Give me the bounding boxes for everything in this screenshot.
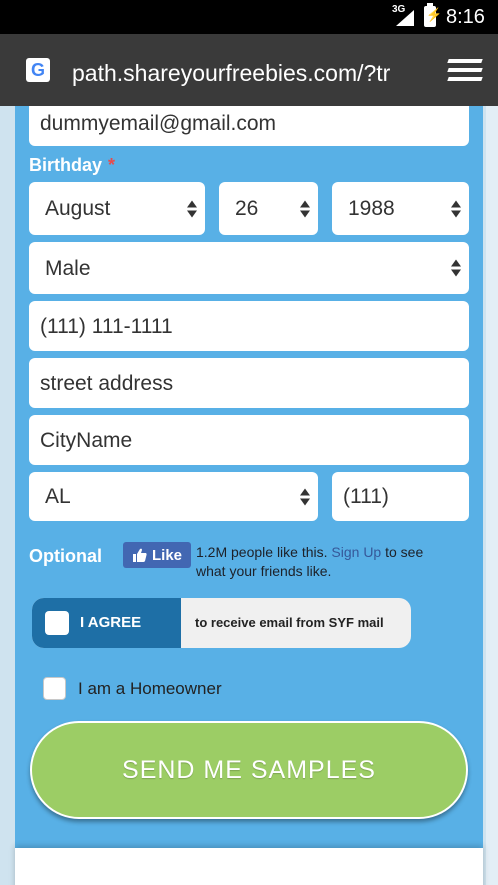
optional-label: Optional — [29, 546, 102, 566]
agree-description: to receive email from SYF mail — [195, 615, 384, 630]
select-arrows-icon — [300, 488, 310, 505]
birth-year-select[interactable]: 1988 — [332, 182, 469, 235]
thumbs-up-icon — [132, 548, 147, 562]
like-social-text: 1.2M people like this. Sign Up to see wh… — [196, 544, 424, 579]
tabs-menu-icon[interactable] — [447, 59, 483, 83]
required-marker: * — [108, 155, 116, 175]
birth-month-select[interactable]: August — [29, 182, 205, 235]
facebook-like-button[interactable]: Like — [123, 542, 191, 568]
zip-field[interactable]: (111) — [332, 472, 469, 521]
birth-day-value: 26 — [235, 197, 259, 220]
footer-card — [15, 848, 483, 885]
agree-label: I AGREE — [80, 614, 142, 631]
send-samples-button[interactable]: SEND ME SAMPLES — [30, 721, 468, 819]
like-button-label: Like — [151, 546, 182, 564]
birth-year-value: 1988 — [348, 197, 395, 220]
street-address-field[interactable]: street address — [29, 358, 469, 408]
select-arrows-icon — [451, 200, 461, 217]
url-bar[interactable]: path.shareyourfreebies.com/?tr — [72, 58, 422, 88]
select-arrows-icon — [451, 259, 461, 277]
birth-day-select[interactable]: 26 — [219, 182, 318, 235]
battery-charging-glyph: ⚡ — [426, 7, 443, 22]
homeowner-checkbox[interactable] — [43, 677, 66, 700]
agree-checkbox[interactable] — [45, 611, 69, 635]
page-content: dummyemail@gmail.com Birthday * August 26… — [0, 106, 498, 885]
phone-field[interactable]: (111) 111-1111 — [29, 301, 469, 351]
state-select[interactable]: AL — [29, 472, 318, 521]
gender-value: Male — [45, 256, 91, 280]
clock: 8:16 — [446, 6, 485, 28]
battery-icon: ⚡ — [424, 3, 442, 27]
select-arrows-icon — [300, 200, 310, 217]
email-field[interactable]: dummyemail@gmail.com — [29, 106, 469, 146]
sign-up-link[interactable]: Sign Up — [331, 544, 381, 560]
google-icon: G — [26, 58, 50, 82]
agree-toggle[interactable]: I AGREE to receive email from SYF mail — [32, 598, 411, 648]
status-bar: 3G ⚡ 8:16 — [0, 0, 498, 34]
birth-month-value: August — [45, 197, 111, 220]
homeowner-label: I am a Homeowner — [78, 679, 222, 698]
city-field[interactable]: CityName — [29, 415, 469, 465]
select-arrows-icon — [187, 200, 197, 217]
birthday-label: Birthday * — [29, 155, 116, 175]
state-value: AL — [45, 485, 71, 508]
gender-select[interactable]: Male — [29, 242, 469, 294]
signal-icon — [396, 10, 414, 26]
